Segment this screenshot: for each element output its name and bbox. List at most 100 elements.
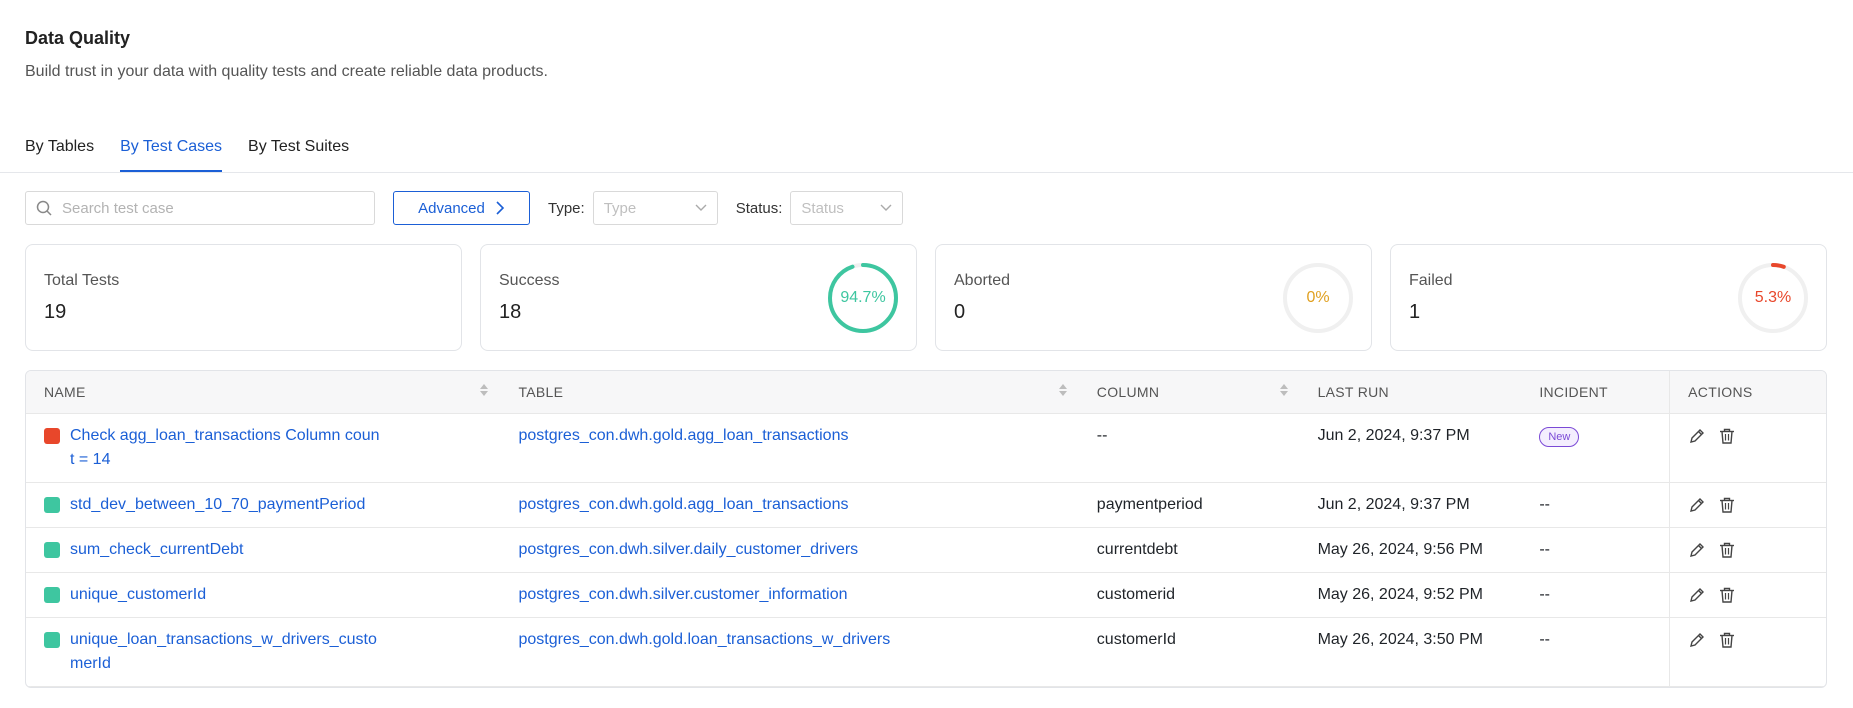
edit-icon[interactable] [1688, 496, 1706, 514]
success-percent: 94.7% [840, 289, 886, 306]
summary-cards: Total Tests 19 Success 18 94.7% Aborted … [25, 244, 1827, 351]
aborted-value: 0 [954, 301, 966, 323]
tab-by-test-cases[interactable]: By Test Cases [120, 138, 223, 172]
table-link[interactable]: postgres_con.dwh.silver.daily_customer_d… [518, 541, 858, 558]
last-run-value: Jun 2, 2024, 9:37 PM [1317, 427, 1470, 444]
edit-icon[interactable] [1688, 541, 1706, 559]
cell-table: postgres_con.dwh.silver.customer_informa… [500, 573, 1078, 617]
search-input[interactable] [60, 198, 364, 218]
column-header-name[interactable]: NAME [26, 371, 500, 413]
chevron-down-icon [695, 204, 707, 211]
column-header-column[interactable]: COLUMN [1079, 371, 1300, 413]
cell-table: postgres_con.dwh.silver.daily_customer_d… [500, 528, 1078, 572]
type-select[interactable]: Type [592, 191, 718, 225]
table-row: unique_loan_transactions_w_drivers_custo… [26, 618, 1826, 687]
type-select-placeholder: Type [603, 199, 637, 217]
total-tests-label: Total Tests [44, 272, 120, 289]
status-indicator [44, 542, 60, 558]
column-value: -- [1096, 427, 1108, 444]
sort-icon[interactable] [1280, 384, 1288, 396]
chevron-right-icon [496, 201, 504, 215]
cell-name: unique_customerId [26, 573, 500, 617]
delete-icon[interactable] [1718, 586, 1736, 604]
last-run-value: May 26, 2024, 3:50 PM [1317, 631, 1483, 648]
status-indicator [44, 587, 60, 603]
cell-last-run: May 26, 2024, 9:56 PM [1300, 528, 1522, 572]
page-header: Data Quality Build trust in your data wi… [25, 28, 548, 81]
cell-name: sum_check_currentDebt [26, 528, 500, 572]
incident-value: -- [1539, 631, 1550, 648]
incident-badge[interactable]: New [1539, 427, 1580, 447]
page-subtitle: Build trust in your data with quality te… [25, 63, 548, 80]
delete-icon[interactable] [1718, 541, 1736, 559]
edit-icon[interactable] [1688, 631, 1706, 649]
page-title: Data Quality [25, 28, 131, 48]
aborted-percent: 0% [1306, 289, 1330, 306]
sort-icon[interactable] [1059, 384, 1067, 396]
sort-icon[interactable] [480, 384, 488, 396]
cell-incident: -- [1521, 528, 1669, 572]
test-case-name-link[interactable]: unique_customerId [70, 583, 380, 607]
edit-icon[interactable] [1688, 586, 1706, 604]
cell-name: Check agg_loan_transactions Column count… [26, 414, 500, 482]
table-link[interactable]: postgres_con.dwh.silver.customer_informa… [518, 586, 847, 603]
last-run-value: May 26, 2024, 9:52 PM [1317, 586, 1483, 603]
tabs-divider [0, 172, 1853, 173]
success-label: Success [499, 272, 560, 289]
last-run-value: May 26, 2024, 9:56 PM [1317, 541, 1483, 558]
search-box[interactable] [25, 191, 375, 225]
delete-icon[interactable] [1718, 496, 1736, 514]
table-header: NAME TABLE COLUMN LAST RUN INCIDENT ACTI… [26, 371, 1826, 414]
edit-icon[interactable] [1688, 427, 1706, 445]
cell-table: postgres_con.dwh.gold.agg_loan_transacti… [500, 483, 1078, 527]
failed-percent: 5.3% [1754, 289, 1792, 306]
column-header-table[interactable]: TABLE [500, 371, 1078, 413]
status-select[interactable]: Status [790, 191, 904, 225]
cell-actions [1669, 483, 1826, 527]
table-link[interactable]: postgres_con.dwh.gold.agg_loan_transacti… [518, 496, 848, 513]
advanced-button[interactable]: Advanced [393, 191, 530, 225]
column-value: paymentperiod [1096, 496, 1203, 513]
cell-incident: New [1521, 414, 1669, 482]
test-case-name-link[interactable]: std_dev_between_10_70_paymentPeriod [70, 493, 380, 517]
cell-incident: -- [1521, 573, 1669, 617]
aborted-label: Aborted [954, 272, 1011, 289]
cell-column: customerId [1079, 618, 1300, 686]
delete-icon[interactable] [1718, 631, 1736, 649]
tab-by-test-suites[interactable]: By Test Suites [248, 138, 349, 172]
cell-name: std_dev_between_10_70_paymentPeriod [26, 483, 500, 527]
cell-incident: -- [1521, 618, 1669, 686]
table-row: Check agg_loan_transactions Column count… [26, 414, 1826, 483]
incident-value: -- [1539, 541, 1550, 558]
column-header-incident-label: INCIDENT [1539, 384, 1608, 400]
test-case-name-link[interactable]: Check agg_loan_transactions Column count… [70, 424, 380, 472]
column-header-column-label: COLUMN [1096, 384, 1160, 400]
success-value: 18 [499, 301, 522, 323]
table-row: sum_check_currentDebt postgres_con.dwh.s… [26, 528, 1826, 573]
cell-name: unique_loan_transactions_w_drivers_custo… [26, 618, 500, 686]
search-icon [36, 200, 52, 216]
table-link[interactable]: postgres_con.dwh.gold.agg_loan_transacti… [518, 427, 848, 444]
type-filter-label: Type: [548, 200, 585, 217]
cell-last-run: May 26, 2024, 9:52 PM [1300, 573, 1522, 617]
test-case-name-link[interactable]: sum_check_currentDebt [70, 538, 380, 562]
delete-icon[interactable] [1718, 427, 1736, 445]
incident-value: -- [1539, 586, 1550, 603]
cell-last-run: Jun 2, 2024, 9:37 PM [1300, 414, 1522, 482]
test-case-name-link[interactable]: unique_loan_transactions_w_drivers_custo… [70, 628, 380, 676]
advanced-label: Advanced [418, 199, 485, 217]
column-value: customerid [1096, 586, 1176, 603]
type-label-colon: : [580, 199, 585, 217]
test-cases-table: NAME TABLE COLUMN LAST RUN INCIDENT ACTI… [25, 370, 1827, 688]
cell-actions [1669, 528, 1826, 572]
incident-value: -- [1539, 496, 1550, 513]
table-link[interactable]: postgres_con.dwh.gold.loan_transactions_… [518, 631, 890, 648]
table-body: Check agg_loan_transactions Column count… [26, 414, 1826, 687]
tab-by-tables[interactable]: By Tables [25, 138, 94, 172]
cell-actions [1669, 573, 1826, 617]
column-header-incident: INCIDENT [1521, 371, 1669, 413]
cell-last-run: Jun 2, 2024, 9:37 PM [1300, 483, 1522, 527]
status-indicator [44, 632, 60, 648]
failed-card: Failed 1 5.3% [1390, 244, 1827, 351]
cell-actions [1669, 618, 1826, 686]
